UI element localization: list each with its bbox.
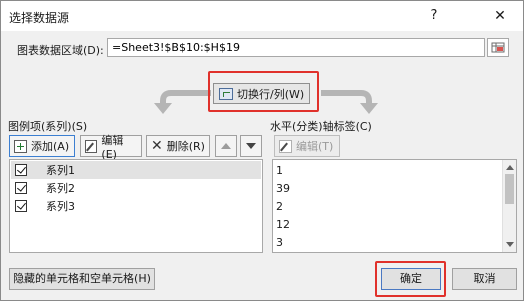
axis-label-item[interactable]: 1: [276, 164, 283, 177]
legend-entries-label: 图例项(系列)(S): [8, 120, 88, 133]
data-range-label: 图表数据区域(D):: [17, 44, 104, 57]
edit-icon: [85, 139, 98, 153]
move-up-button[interactable]: [215, 135, 237, 157]
ok-button[interactable]: 确定: [381, 268, 441, 290]
close-button[interactable]: ✕: [489, 7, 511, 25]
series-row[interactable]: 系列3: [11, 197, 261, 215]
edit-series-label: 编辑(E): [101, 133, 124, 161]
series-name: 系列3: [46, 200, 75, 213]
delete-series-button[interactable]: ✕ 删除(R): [146, 135, 210, 157]
series-checkbox[interactable]: [15, 164, 27, 176]
move-down-button[interactable]: [240, 135, 262, 157]
data-range-input[interactable]: [107, 38, 485, 57]
help-button[interactable]: ?: [423, 7, 445, 25]
edit-series-button[interactable]: 编辑(E): [80, 134, 142, 161]
edit-axis-labels-button[interactable]: 编辑(T): [274, 135, 340, 157]
axis-label-item[interactable]: 3: [276, 236, 283, 249]
axis-label-item[interactable]: 12: [276, 218, 290, 231]
add-series-button[interactable]: 添加(A): [9, 135, 75, 157]
dialog-title: 选择数据源: [9, 11, 70, 25]
delete-series-label: 删除(R): [166, 140, 205, 153]
switch-row-column-button[interactable]: 切换行/列(W): [213, 83, 310, 104]
series-row[interactable]: 系列2: [11, 179, 261, 197]
series-checkbox[interactable]: [15, 182, 27, 194]
range-collapse-icon[interactable]: [487, 38, 509, 57]
series-checkbox[interactable]: [15, 200, 27, 212]
series-name: 系列2: [46, 182, 75, 195]
series-row[interactable]: 系列1: [11, 161, 261, 179]
add-icon: [14, 139, 27, 153]
series-name: 系列1: [46, 164, 75, 177]
arrow-up-icon: [221, 143, 231, 149]
select-data-source-dialog: 选择数据源 ? ✕ 图表数据区域(D): 切换行/列(W) 图例项(系列)(S)…: [0, 0, 524, 301]
delete-icon: ✕: [151, 137, 163, 154]
hidden-empty-cells-button[interactable]: 隐藏的单元格和空单元格(H): [9, 268, 155, 290]
axis-label-item[interactable]: 2: [276, 200, 283, 213]
scroll-down-icon[interactable]: [506, 242, 514, 247]
axis-label-item[interactable]: 39: [276, 182, 290, 195]
axis-labels-list: 1 39 2 12 3: [272, 159, 517, 253]
edit-axis-labels-label: 编辑(T): [296, 140, 334, 153]
cancel-button[interactable]: 取消: [452, 268, 517, 290]
axis-list-scrollbar[interactable]: [502, 160, 516, 252]
arrow-down-icon: [246, 143, 256, 149]
edit-icon: [279, 139, 292, 153]
series-list: 系列1 系列2 系列3: [9, 159, 263, 253]
add-series-label: 添加(A): [31, 140, 70, 153]
title-bar: 选择数据源 ? ✕: [1, 1, 523, 31]
scroll-up-icon[interactable]: [506, 165, 514, 170]
axis-labels-label: 水平(分类)轴标签(C): [270, 120, 372, 133]
switch-icon: [219, 87, 233, 100]
switch-row-column-label: 切换行/列(W): [237, 87, 305, 101]
scroll-thumb[interactable]: [505, 174, 514, 204]
